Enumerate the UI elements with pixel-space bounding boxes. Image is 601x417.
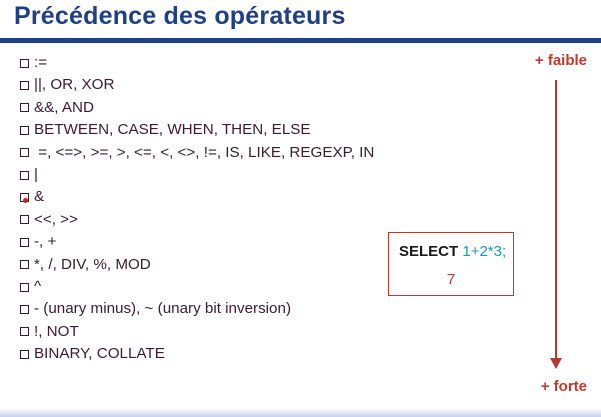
sql-result: 7 — [446, 271, 456, 288]
operator-item: -, + — [20, 231, 56, 253]
checkbox-square-icon — [20, 148, 29, 158]
operator-label: <<, >> — [34, 210, 78, 228]
checkbox-square-icon — [20, 282, 29, 292]
operator-item: | — [20, 164, 38, 186]
operator-label: BINARY, COLLATE — [34, 345, 165, 363]
arrow-down-icon — [550, 358, 562, 369]
low-precedence-label: + faible — [534, 52, 587, 69]
operator-label: !, NOT — [34, 322, 79, 340]
high-precedence-label: + forte — [540, 378, 587, 395]
operator-label: -, + — [34, 233, 57, 251]
checkbox-square-icon — [20, 349, 29, 359]
operator-label: =, <=>, >=, >, <=, <, <>, !=, IS, LIKE, … — [34, 143, 375, 161]
operator-item: BINARY, COLLATE — [20, 343, 165, 365]
checkbox-square-icon — [20, 103, 29, 113]
operator-label: := — [34, 54, 48, 71]
operator-item: &&, AND — [20, 97, 94, 119]
operator-label: BETWEEN, CASE, WHEN, THEN, ELSE — [34, 121, 311, 139]
checkbox-square-icon — [20, 304, 29, 314]
checkbox-square-icon — [20, 125, 29, 135]
checkbox-square-icon — [20, 80, 29, 90]
operator-item: ^ — [20, 276, 41, 298]
checkbox-square-icon — [20, 58, 29, 68]
bottom-gradient — [0, 408, 601, 417]
cursor-dot — [23, 198, 28, 203]
operator-item: := — [20, 52, 47, 74]
sql-example-box: SELECT 1+2*3; 7 — [388, 232, 514, 296]
operator-label: | — [34, 166, 38, 183]
precedence-arrow-shaft — [555, 80, 557, 362]
operator-item: <<, >> — [20, 209, 78, 231]
operator-label: & — [34, 188, 45, 206]
operator-item: BETWEEN, CASE, WHEN, THEN, ELSE — [20, 119, 311, 141]
operator-label: *, /, DIV, %, MOD — [34, 255, 151, 273]
sql-query: SELECT 1+2*3; — [399, 243, 506, 260]
sql-expression: 1+2*3; — [462, 243, 507, 260]
checkbox-square-icon — [20, 215, 29, 225]
operator-item: - (unary minus), ~ (unary bit inversion) — [20, 298, 291, 320]
checkbox-square-icon — [20, 170, 29, 180]
operator-item: !, NOT — [20, 321, 79, 343]
operator-item: =, <=>, >=, >, <=, <, <>, !=, IS, LIKE, … — [20, 142, 374, 164]
operator-label: &&, AND — [34, 98, 94, 116]
operator-item: *, /, DIV, %, MOD — [20, 254, 151, 276]
page-title: Précédence des opérateurs — [14, 2, 346, 30]
operator-label: - (unary minus), ~ (unary bit inversion) — [34, 300, 292, 318]
operator-label: ||, OR, XOR — [34, 76, 115, 94]
operator-label: ^ — [34, 278, 42, 295]
checkbox-square-icon — [20, 260, 29, 270]
operator-item: ||, OR, XOR — [20, 74, 114, 96]
title-divider — [0, 38, 601, 43]
checkbox-square-icon — [20, 327, 29, 337]
checkbox-square-icon — [20, 237, 29, 247]
sql-keyword: SELECT — [399, 243, 459, 260]
